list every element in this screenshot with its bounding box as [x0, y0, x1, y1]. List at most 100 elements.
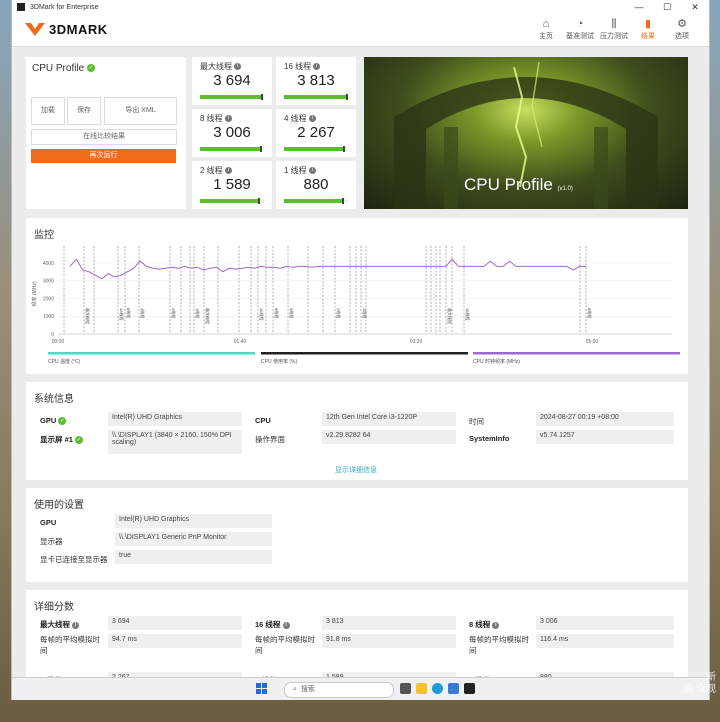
score-value: 3 813 [297, 72, 335, 89]
score-value: 3 006 [213, 124, 251, 141]
file-explorer-icon[interactable] [416, 683, 427, 694]
taskbar-search[interactable]: ⌕ 搜索 [284, 682, 394, 698]
avg-time-label: 每帧的平均模拟时间 [255, 635, 315, 655]
info-icon[interactable]: i [224, 167, 232, 175]
avg-time-value: 94.7 ms [108, 634, 242, 648]
monitor-chart: 4000 3000 2000 1000 0 频率 (MHz) 00:00 01:40 03:20… [31, 246, 680, 365]
3dmark-taskbar-icon[interactable] [464, 683, 475, 694]
info-icon[interactable]: i [308, 115, 316, 123]
score-bar [284, 146, 348, 152]
phase-label: 1线程 [362, 308, 368, 318]
minimize-button[interactable]: — [625, 0, 653, 14]
score-bar-marker [342, 146, 345, 152]
score-bar-marker [341, 198, 344, 204]
hero-image: CPU Profile (v1.0) [364, 57, 688, 209]
phase-label: 2线程 [336, 308, 342, 318]
check-icon: ✓ [87, 64, 96, 73]
cpu-label: CPU [255, 416, 271, 425]
score-card: 16 线程 i 3 813 [276, 57, 356, 105]
score-bar [200, 198, 264, 204]
gear-icon: ⚙ [677, 18, 687, 30]
settings-value: true [115, 550, 272, 564]
phase-label: 8线程 [274, 308, 280, 318]
task-view-icon[interactable] [400, 683, 411, 694]
score-label: 16 线程 [284, 62, 312, 71]
phase-label: 最大线程 [205, 308, 211, 324]
gauge-icon: ◔ [576, 18, 584, 30]
gpu-value: Intel(R) UHD Graphics [108, 412, 242, 426]
score-card: 4 线程 i 2 267 [276, 109, 356, 157]
score-label: 4 线程 [284, 114, 307, 123]
info-icon[interactable]: i [234, 63, 242, 71]
logo-text: 3DMARK [49, 21, 108, 37]
edge-icon[interactable] [432, 683, 443, 694]
info-icon[interactable]: i [72, 621, 80, 629]
show-details-link[interactable]: 显示详细信息 [335, 465, 377, 475]
score-bar-fill [284, 147, 343, 151]
main-nav: ⌂ 主页 ◔ 基准测试 ⫼ 压力测试 ▮ 结果 ⚙ 选项 [529, 17, 699, 41]
compare-online-button[interactable]: 在线比较结果 [31, 129, 177, 145]
nav-results[interactable]: ▮ 结果 [631, 17, 665, 41]
score-bar-marker [259, 146, 262, 152]
score-bar [200, 94, 264, 100]
run-again-button[interactable]: 再次运行 [31, 149, 176, 163]
nav-benchmarks[interactable]: ◔ 基准测试 [563, 17, 597, 41]
export-xml-button[interactable]: 导出 XML [104, 97, 177, 125]
score-value: 3 694 [213, 72, 251, 89]
phase-label: 2线程 [171, 308, 177, 318]
display-value: \\.\DISPLAY1 (3840 × 2160, 150% DPI scal… [108, 430, 242, 454]
score-bar-marker [346, 94, 349, 100]
score-bar-fill [284, 95, 347, 99]
monitor-panel: 监控 4000 3000 2000 1000 0 频率 (MHz) 00:00 01:40 03… [26, 218, 688, 374]
score-value: 2 267 [297, 124, 335, 141]
phase-label: 8线程 [587, 308, 593, 318]
nav-stress[interactable]: ⫼ 压力测试 [597, 17, 631, 41]
detail-label: 16 线程 i [255, 619, 290, 630]
score-bar [284, 94, 349, 100]
info-icon[interactable]: i [224, 115, 232, 123]
score-label: 8 线程 [200, 114, 223, 123]
nav-options[interactable]: ⚙ 选项 [665, 17, 699, 41]
nav-home[interactable]: ⌂ 主页 [529, 17, 563, 41]
phase-label: 16线程 [259, 308, 265, 320]
maximize-button[interactable]: ☐ [653, 0, 681, 14]
logo-icon [25, 23, 45, 36]
phase-label: 4线程 [289, 308, 295, 318]
settings-key: 显示器 [40, 537, 63, 546]
app-header: 3DMARK ⌂ 主页 ◔ 基准测试 ⫼ 压力测试 ▮ 结果 ⚙ 选项 [12, 14, 709, 47]
store-icon[interactable] [448, 683, 459, 694]
score-bar-marker [260, 94, 263, 100]
info-icon[interactable]: i [308, 167, 316, 175]
detail-label: 8 线程 i [469, 619, 500, 630]
close-button[interactable]: ✕ [681, 0, 709, 14]
legend-swatch [261, 352, 468, 355]
legend-swatch [48, 352, 255, 355]
avg-time-label: 每帧的平均模拟时间 [40, 635, 100, 655]
x-tick-label: 00:00 [52, 339, 65, 345]
legend-label: CPU 时钟频率 (MHz) [473, 358, 520, 365]
phase-label: 4线程 [140, 308, 146, 318]
info-icon[interactable]: i [282, 621, 290, 629]
score-value: 880 [303, 176, 329, 193]
phase-label: 最大线程 [447, 308, 453, 324]
info-icon[interactable]: i [313, 63, 321, 71]
phase-label: 最大线程 [85, 308, 91, 324]
start-button[interactable] [256, 683, 267, 694]
save-button[interactable]: 保存 [67, 97, 101, 125]
watermark-text: 众观 [696, 684, 716, 695]
system-info-panel: 系统信息 GPU ✓ Intel(R) UHD Graphics 显示屏 #1 … [26, 382, 688, 480]
app-icon [17, 3, 25, 11]
load-button[interactable]: 加载 [31, 97, 65, 125]
info-icon[interactable]: i [492, 621, 500, 629]
detail-label-text: 最大线程 [40, 620, 70, 629]
y-tick-label: 4000 [43, 261, 54, 267]
y-tick-label: 0 [51, 332, 54, 338]
score-bar [284, 198, 348, 204]
score-label: 1 线程 [284, 166, 307, 175]
legend-label: CPU 使用率 (%) [261, 358, 297, 365]
watermark: 新浪 众观 [683, 672, 716, 696]
phase-label: 16线程 [119, 308, 125, 320]
y-axis-label: 频率 (MHz) [31, 281, 38, 306]
x-tick-label: 01:40 [234, 339, 247, 345]
settings-value: Intel(R) UHD Graphics [115, 514, 272, 528]
